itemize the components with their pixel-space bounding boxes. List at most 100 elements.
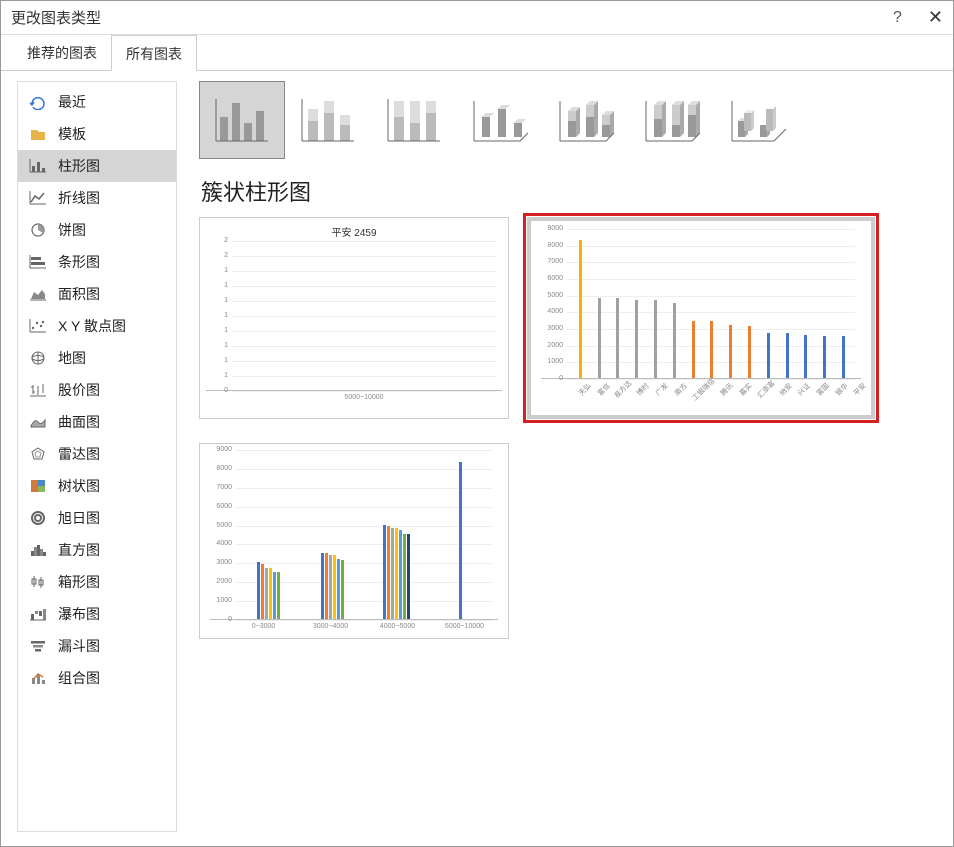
- sidebar-item-label: 直方图: [58, 540, 100, 560]
- sidebar-item-treemap[interactable]: 树状图: [18, 470, 176, 502]
- sidebar-item-pie[interactable]: 饼图: [18, 214, 176, 246]
- bar: [407, 534, 410, 619]
- stock-icon: [28, 381, 48, 399]
- bar: [337, 559, 340, 619]
- titlebar: 更改图表类型 ? ✕: [1, 1, 953, 35]
- tabstrip: 推荐的图表 所有图表: [1, 35, 953, 71]
- sidebar-item-map[interactable]: 地图: [18, 342, 176, 374]
- bar: [387, 526, 390, 619]
- surface-icon: [28, 413, 48, 431]
- histogram-icon: [28, 541, 48, 559]
- chart-title: 平安 2459: [200, 218, 508, 241]
- bar: [654, 300, 657, 378]
- waterfall-icon: [28, 605, 48, 623]
- subtype-3d-stacked-column[interactable]: [543, 81, 629, 159]
- bar: [341, 560, 344, 619]
- sidebar-item-recent[interactable]: 最近: [18, 86, 176, 118]
- x-axis-label: 5000~10000: [431, 620, 498, 630]
- funnel-icon: [28, 637, 48, 655]
- bar: [598, 298, 601, 378]
- subtype-3d-clustered-column[interactable]: [457, 81, 543, 159]
- sidebar-item-line[interactable]: 折线图: [18, 182, 176, 214]
- sidebar-item-template[interactable]: 模板: [18, 118, 176, 150]
- chart-preview-1[interactable]: 平安 2459 01111111122 5000~10000: [199, 217, 509, 419]
- x-axis-label: 5000~10000: [226, 391, 502, 401]
- pie-icon: [28, 221, 48, 239]
- sidebar-item-label: 地图: [58, 348, 86, 368]
- bar: [261, 564, 264, 619]
- bar: [391, 528, 394, 619]
- bar: [395, 528, 398, 619]
- sidebar-item-surface[interactable]: 曲面图: [18, 406, 176, 438]
- subtype-clustered-column[interactable]: [199, 81, 285, 159]
- sidebar-item-waterfall[interactable]: 瀑布图: [18, 598, 176, 630]
- sidebar-item-combo[interactable]: 组合图: [18, 662, 176, 694]
- bar: [786, 333, 789, 378]
- sidebar-item-label: 瀑布图: [58, 604, 100, 624]
- subtype-stacked-column[interactable]: [285, 81, 371, 159]
- bar-icon: [28, 253, 48, 271]
- sidebar-item-funnel[interactable]: 漏斗图: [18, 630, 176, 662]
- column-icon: [28, 157, 48, 175]
- selected-subtype-title: 簇状柱形图: [201, 175, 941, 207]
- sidebar-item-boxplot[interactable]: 箱形图: [18, 566, 176, 598]
- bar: [767, 333, 770, 378]
- radar-icon: [28, 445, 48, 463]
- sidebar-item-label: 折线图: [58, 188, 100, 208]
- line-icon: [28, 189, 48, 207]
- change-chart-type-dialog: 更改图表类型 ? ✕ 推荐的图表 所有图表 最近模板柱形图折线图饼图条形图面积图…: [0, 0, 954, 847]
- recent-icon: [28, 93, 48, 111]
- chart-category-sidebar: 最近模板柱形图折线图饼图条形图面积图 X Y 散点图地图股价图曲面图雷达图树状图旭…: [17, 81, 177, 832]
- boxplot-icon: [28, 573, 48, 591]
- bar: [459, 462, 462, 619]
- close-icon[interactable]: ✕: [928, 7, 943, 28]
- help-icon[interactable]: ?: [893, 9, 902, 27]
- treemap-icon: [28, 477, 48, 495]
- sidebar-item-label: 组合图: [58, 668, 100, 688]
- bar: [269, 568, 272, 619]
- sidebar-item-label: 股价图: [58, 380, 100, 400]
- subtype-3d-column[interactable]: [715, 81, 801, 159]
- x-axis-label: 0~3000: [230, 620, 297, 630]
- sidebar-item-column[interactable]: 柱形图: [18, 150, 176, 182]
- sidebar-item-label: 雷达图: [58, 444, 100, 464]
- tab-recommended[interactable]: 推荐的图表: [13, 35, 111, 70]
- sidebar-item-stock[interactable]: 股价图: [18, 374, 176, 406]
- sidebar-item-label: 旭日图: [58, 508, 100, 528]
- sidebar-item-area[interactable]: 面积图: [18, 278, 176, 310]
- sidebar-item-label: 漏斗图: [58, 636, 100, 656]
- bar: [710, 321, 713, 378]
- bar: [399, 530, 402, 619]
- sidebar-item-scatter[interactable]: X Y 散点图: [18, 310, 176, 342]
- sidebar-item-histogram[interactable]: 直方图: [18, 534, 176, 566]
- x-axis-label: 3000~4000: [297, 620, 364, 630]
- bar: [325, 553, 328, 619]
- bar: [748, 326, 751, 378]
- bar: [616, 298, 619, 378]
- chart-subtype-row: [199, 81, 941, 159]
- sidebar-item-radar[interactable]: 雷达图: [18, 438, 176, 470]
- bar: [804, 335, 807, 378]
- sunburst-icon: [28, 509, 48, 527]
- chart-preview-2[interactable]: 0100020003000400050006000700080009000 天弘…: [527, 217, 875, 419]
- sidebar-item-label: 箱形图: [58, 572, 100, 592]
- bar: [321, 553, 324, 619]
- subtype-100-stacked-column[interactable]: [371, 81, 457, 159]
- bar: [257, 562, 260, 619]
- bar: [692, 321, 695, 378]
- tab-all-charts[interactable]: 所有图表: [111, 35, 197, 71]
- bar: [842, 336, 845, 378]
- bar: [673, 303, 676, 378]
- bar: [383, 525, 386, 619]
- sidebar-item-label: 饼图: [58, 220, 86, 240]
- subtype-3d-100-stacked-column[interactable]: [629, 81, 715, 159]
- sidebar-item-label: 面积图: [58, 284, 100, 304]
- sidebar-item-sunburst[interactable]: 旭日图: [18, 502, 176, 534]
- bar: [265, 568, 268, 619]
- x-axis-label: 4000~5000: [364, 620, 431, 630]
- sidebar-item-label: 条形图: [58, 252, 100, 272]
- bar: [329, 555, 332, 619]
- chart-preview-3[interactable]: 0100020003000400050006000700080009000 0~…: [199, 443, 509, 639]
- sidebar-item-bar[interactable]: 条形图: [18, 246, 176, 278]
- scatter-icon: [28, 317, 48, 335]
